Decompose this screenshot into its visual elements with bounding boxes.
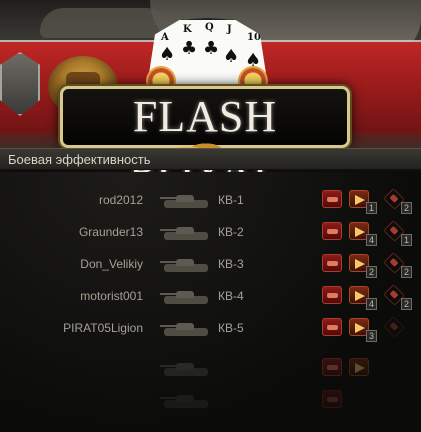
- card-suit: ♣: [203, 38, 220, 59]
- table-row-faded: [0, 384, 421, 416]
- card-rank: A: [161, 32, 169, 43]
- tank-name: КВ-4: [218, 289, 244, 303]
- tank-icon: [160, 288, 212, 306]
- table-row: Don_Velikiy КВ-3 2 2: [0, 248, 421, 280]
- player-name: Graunder13: [78, 225, 143, 239]
- table-row: PIRAT05Ligion КВ-5 3: [0, 312, 421, 344]
- damage-icon: [322, 286, 342, 304]
- tank-name: КВ-1: [218, 193, 244, 207]
- damage-icon: [322, 318, 342, 336]
- card-rank: K: [183, 24, 192, 35]
- spotted-icon: [349, 358, 369, 376]
- player-name: motorist001: [80, 289, 143, 303]
- table-row: rod2012 КВ-1 1 2: [0, 184, 421, 216]
- tank-name: КВ-2: [218, 225, 244, 239]
- card-rank: Q: [205, 22, 214, 33]
- tank-icon: [160, 392, 212, 410]
- logo-title: FLASH ROYAL: [129, 92, 281, 195]
- tank-name: КВ-3: [218, 257, 244, 271]
- card-suit: ♣: [181, 38, 198, 59]
- table-row: motorist001 КВ-4 4 2: [0, 280, 421, 312]
- section-title: Боевая эффективность: [8, 152, 151, 167]
- section-header: Боевая эффективность: [0, 148, 421, 170]
- tank-icon: [160, 360, 212, 378]
- spotted-count: 3: [366, 330, 377, 342]
- spotted-count: 1: [366, 202, 377, 214]
- player-name: PIRAT05Ligion: [63, 321, 143, 335]
- kill-icon: [383, 316, 405, 338]
- kill-count: 2: [401, 298, 412, 310]
- spotted-count: 4: [366, 298, 377, 310]
- spotted-count: 4: [366, 234, 377, 246]
- battle-efficiency-table: rod2012 КВ-1 1 2 Graunder13 КВ-2 4 1 Don…: [0, 172, 421, 432]
- tank-icon: [160, 320, 212, 338]
- table-row-faded: [0, 352, 421, 384]
- card-suit: ♠: [159, 44, 176, 65]
- player-name: Don_Velikiy: [80, 257, 143, 271]
- kill-count: 1: [401, 234, 412, 246]
- kill-count: 2: [401, 266, 412, 278]
- spotted-count: 2: [366, 266, 377, 278]
- table-row: Graunder13 КВ-2 4 1: [0, 216, 421, 248]
- banner-tank-image-left: [40, 8, 170, 38]
- damage-icon: [322, 254, 342, 272]
- tank-name: КВ-5: [218, 321, 244, 335]
- kill-count: 2: [401, 202, 412, 214]
- player-name: rod2012: [98, 193, 143, 207]
- damage-icon: [322, 222, 342, 240]
- card-suit: ♠: [223, 46, 240, 67]
- damage-icon: [322, 390, 342, 408]
- tank-icon: [160, 192, 212, 210]
- damage-icon: [322, 190, 342, 208]
- card-rank: J: [227, 24, 232, 35]
- tank-icon: [160, 224, 212, 242]
- damage-icon: [322, 358, 342, 376]
- tank-icon: [160, 256, 212, 274]
